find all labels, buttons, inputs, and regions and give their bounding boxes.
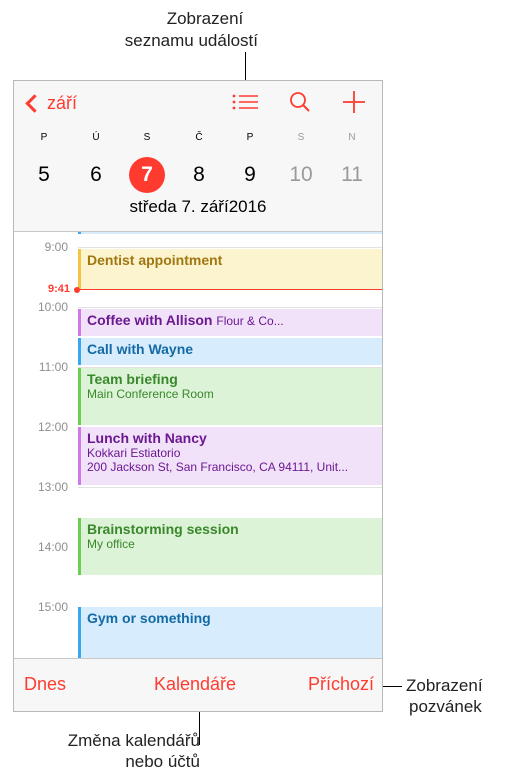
day-number[interactable]: 11	[334, 157, 370, 193]
list-icon	[232, 94, 258, 110]
event-title: Team briefing	[87, 371, 178, 387]
event-brainstorming[interactable]: Brainstorming session My office	[78, 518, 382, 575]
callout-list-view: Zobrazení	[140, 8, 270, 29]
hour-label: 9:00	[44, 240, 68, 254]
back-to-month-button[interactable]: září	[24, 91, 77, 115]
event-address: 200 Jackson St, San Francisco, CA 94111,…	[87, 460, 349, 474]
callout-invitations-line1: Zobrazení	[406, 676, 483, 695]
list-view-button[interactable]	[230, 89, 260, 117]
calendar-header: září P Ú S Č P S N 5 6 7 8 9 10 11 střed…	[14, 81, 382, 232]
event-team-briefing[interactable]: Team briefing Main Conference Room	[78, 368, 382, 425]
day-number[interactable]: 9	[232, 157, 268, 193]
event-location: Main Conference Room	[87, 387, 214, 401]
event-title: Brainstorming session	[87, 521, 239, 537]
callout-list-view-line1: Zobrazení	[166, 9, 244, 28]
callout-calendars: Změna kalendářů nebo účtů	[40, 730, 200, 772]
event-call[interactable]: Call with Wayne	[78, 338, 382, 365]
event-gym[interactable]: Gym or something	[78, 607, 382, 659]
chevron-left-icon	[25, 93, 44, 113]
hour-label: 13:00	[37, 480, 68, 494]
plus-icon	[343, 91, 365, 113]
weekday-letter: N	[348, 132, 356, 143]
hour-line	[78, 487, 382, 488]
hour-label: 11:00	[38, 360, 68, 374]
callout-invitations: Zobrazení pozvánek	[406, 675, 504, 717]
event-title: Dentist appointment	[87, 252, 223, 268]
event-title-row: Coffee with Allison Flour & Co...	[87, 312, 376, 328]
event-dentist[interactable]: Dentist appointment	[78, 249, 382, 289]
add-event-button[interactable]	[340, 89, 370, 117]
callout-list-view-line2: seznamu událostí	[124, 31, 258, 50]
calendars-button[interactable]: Kalendáře	[154, 674, 236, 695]
weekday-letter: S	[297, 132, 305, 143]
event-partial[interactable]	[78, 232, 382, 234]
event-coffee[interactable]: Coffee with Allison Flour & Co...	[78, 309, 382, 336]
callout-list-view-2: seznamu událostí	[78, 30, 258, 51]
selected-date-label: středa 7. září2016	[129, 197, 267, 216]
hour-label: 14:00	[37, 540, 68, 554]
day-number[interactable]: 6	[78, 157, 114, 193]
weekday-letter: Ú	[92, 132, 100, 143]
hour-line	[78, 307, 382, 308]
event-location: Kokkari Estiatorio	[87, 446, 181, 460]
event-title: Coffee with Allison	[87, 312, 213, 328]
event-location: My office	[87, 537, 135, 551]
inbox-button[interactable]: Příchozí	[308, 674, 374, 695]
current-time-line	[78, 289, 382, 290]
event-title: Call with Wayne	[87, 341, 194, 357]
day-number[interactable]: 8	[181, 157, 217, 193]
day-timeline[interactable]: 9:00 10:00 11:00 12:00 13:00 14:00 15:00…	[14, 232, 382, 659]
weekday-letter: Č	[195, 132, 203, 143]
day-number-today[interactable]: 7	[129, 157, 165, 193]
back-label: září	[47, 92, 78, 113]
hour-label: 15:00	[37, 600, 68, 614]
hour-label: 10:00	[37, 300, 68, 314]
event-location: Flour & Co...	[216, 314, 284, 328]
current-time-label: 9:41	[47, 283, 70, 295]
hour-label: 12:00	[37, 420, 68, 434]
event-title: Lunch with Nancy	[87, 430, 207, 446]
event-title: Gym or something	[87, 610, 211, 626]
calendar-screen: září P Ú S Č P S N 5 6 7 8 9 10 11 střed…	[13, 80, 383, 712]
today-button[interactable]: Dnes	[24, 674, 66, 695]
day-number[interactable]: 10	[283, 157, 319, 193]
current-time-dot	[74, 287, 80, 293]
hour-line	[78, 247, 382, 248]
callout-invitations-line2: pozvánek	[409, 697, 482, 716]
search-icon	[290, 92, 310, 112]
callout-calendars-line2: nebo účtů	[125, 752, 200, 771]
weekday-letter: P	[40, 132, 48, 143]
search-button[interactable]	[286, 89, 316, 117]
callout-calendars-line1: Změna kalendářů	[67, 731, 200, 750]
weekday-letter: S	[143, 132, 151, 143]
day-number[interactable]: 5	[26, 157, 62, 193]
event-lunch[interactable]: Lunch with Nancy Kokkari Estiatorio 200 …	[78, 427, 382, 485]
weekday-letter: P	[246, 132, 254, 143]
bottom-toolbar: Dnes Kalendáře Příchozí	[14, 658, 382, 711]
